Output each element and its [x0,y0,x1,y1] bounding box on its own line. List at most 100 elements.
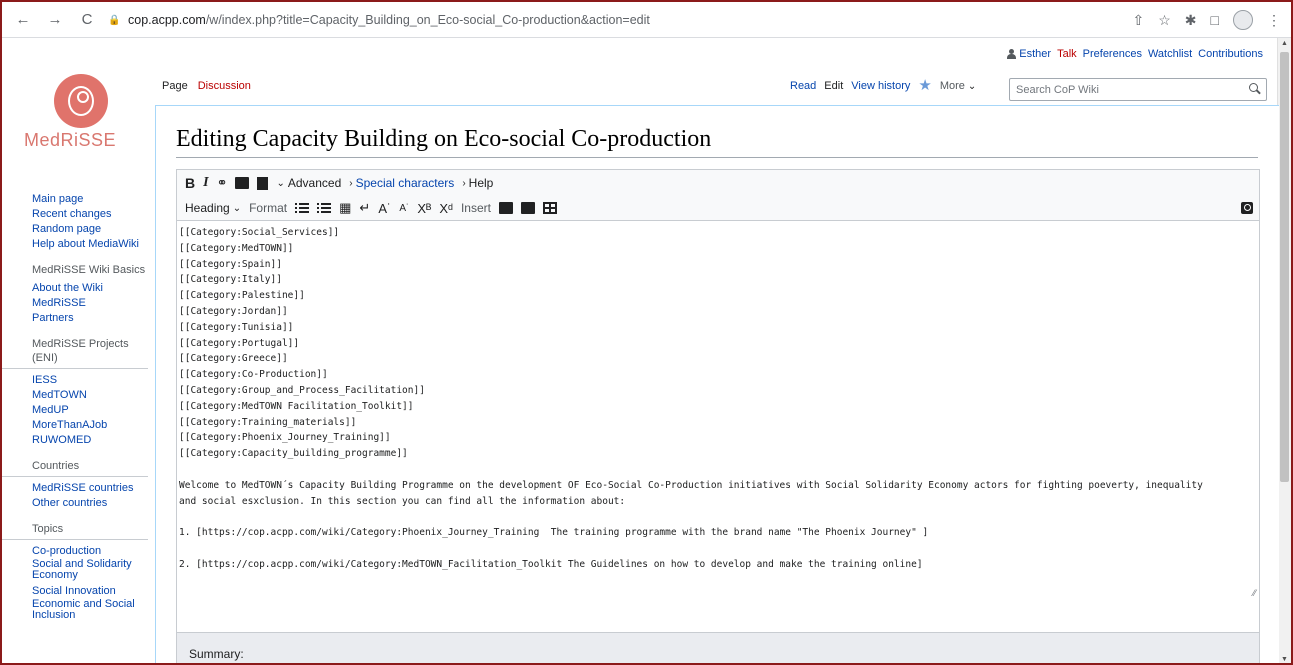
tab-view-history[interactable]: View history [851,80,910,92]
lock-icon: 🔒 [108,14,121,26]
tab-page[interactable]: Page [162,80,188,92]
user-link[interactable]: Esther [1007,48,1051,60]
edit-summary-bar: Summary: [177,632,1259,663]
editor-toolbar-advanced: Heading ⌄ Format ▦ ↵ A˙ A˙ Xᴮ Xᵈ Insert [177,196,1259,221]
sidebar-item-about-wiki[interactable]: About the Wiki [2,281,152,296]
sidebar-item-random-page[interactable]: Random page [2,222,152,237]
scroll-up-icon[interactable]: ▲ [1281,40,1288,47]
watchlist-link[interactable]: Watchlist [1148,48,1192,60]
namespace-tabs: Page Discussion [162,80,251,92]
search-box [1009,78,1267,101]
search-replace-icon[interactable] [1241,202,1253,214]
personal-tools: Esther Talk Preferences Watchlist Contri… [1007,48,1263,60]
tab-discussion[interactable]: Discussion [198,80,251,92]
sidebar: Main page Recent changes Random page Hel… [2,192,152,621]
page-title: Editing Capacity Building on Eco-social … [176,126,1258,158]
wikitext-editor: B I ⚭ ⌄ Advanced › Special characters › … [176,169,1260,663]
help-label: Help [468,176,494,190]
main-content: Editing Capacity Building on Eco-social … [155,105,1279,663]
more-menu[interactable]: More ⌄ [940,80,976,92]
forward-arrow-icon[interactable]: → [44,11,66,28]
sidebar-icon[interactable]: □ [1211,12,1219,28]
talk-link[interactable]: Talk [1057,48,1077,60]
sidebar-item-recent-changes[interactable]: Recent changes [2,207,152,222]
user-name[interactable]: Esther [1019,48,1051,60]
extensions-icon[interactable]: ✱ [1185,12,1197,29]
chevron-down-icon: ⌄ [232,202,242,214]
special-characters-label: Special characters [355,176,455,190]
heading-dropdown[interactable]: Heading ⌄ [185,201,241,215]
sidebar-item-co-production[interactable]: Co-production [2,544,152,559]
link-icon[interactable]: ⚭ [217,175,228,191]
nowiki-icon[interactable]: ▦ [339,200,351,216]
wikitext-textarea[interactable]: [[Category:Social_Services]] [[Category:… [177,222,1259,602]
embed-image-icon[interactable] [235,177,250,189]
sidebar-item-partners[interactable]: Partners [2,311,152,326]
site-logo[interactable] [54,74,108,128]
profile-icon[interactable] [1233,10,1253,30]
chevron-down-icon: ⌄ [276,177,285,189]
sidebar-item-help[interactable]: Help about MediaWiki [2,237,152,252]
sidebar-item-medup[interactable]: MedUP [2,403,152,418]
tab-edit[interactable]: Edit [824,80,843,92]
sidebar-item-ruwomed[interactable]: RUWOMED [2,433,152,448]
browser-window: ← → C 🔒 cop.acpp.com/w/index.php?title=C… [0,0,1293,665]
reload-icon[interactable]: C [76,11,98,28]
italic-button[interactable]: I [203,175,208,191]
table-icon[interactable] [542,202,557,214]
menu-icon[interactable]: ⋮ [1267,12,1281,29]
scrollbar-thumb[interactable] [1280,52,1289,482]
browser-toolbar: ← → C 🔒 cop.acpp.com/w/index.php?title=C… [2,2,1291,38]
bookmark-star-icon[interactable]: ☆ [1158,12,1171,29]
preferences-link[interactable]: Preferences [1083,48,1142,60]
bold-button[interactable]: B [185,175,195,191]
sidebar-item-social-solidarity-economy[interactable]: Social and Solidarity Economy [2,559,152,581]
summary-label: Summary: [189,647,244,661]
sidebar-item-medrisse-countries[interactable]: MedRiSSE countries [2,481,152,496]
sidebar-navigation: Main page Recent changes Random page Hel… [2,192,152,252]
help-toggle[interactable]: › Help [462,176,493,190]
watch-star-icon[interactable]: ★ [918,78,931,93]
heading-label: Heading [185,201,230,215]
special-characters-toggle[interactable]: › Special characters [349,176,454,190]
sidebar-heading-topics: Topics [2,522,148,540]
url-path: /w/index.php?title=Capacity_Building_on_… [205,13,650,27]
contributions-link[interactable]: Contributions [1198,48,1263,60]
advanced-toggle[interactable]: ⌄ Advanced [276,176,341,190]
sidebar-item-social-innovation[interactable]: Social Innovation [2,584,152,599]
sidebar-item-morethanajob[interactable]: MoreThanAJob [2,418,152,433]
subscript-icon[interactable]: Xᵈ [439,201,453,216]
sidebar-item-other-countries[interactable]: Other countries [2,496,152,511]
scroll-down-icon[interactable]: ▼ [1281,656,1288,663]
superscript-icon[interactable]: Xᴮ [417,201,431,216]
search-icon[interactable] [1249,83,1260,94]
sidebar-item-medrisse[interactable]: MedRiSSE [2,296,152,311]
view-tabs: Read Edit View history ★ More ⌄ [790,78,976,93]
page-scrollbar[interactable]: ▲ ▼ [1277,38,1291,663]
sidebar-heading-basics: MedRiSSE Wiki Basics [32,264,146,276]
back-arrow-icon[interactable]: ← [12,11,34,28]
share-icon[interactable]: ⇧ [1133,12,1145,29]
redirect-icon[interactable] [520,202,535,214]
site-logo-text[interactable]: MedRiSSE [24,130,116,151]
chevron-down-icon: ⌄ [967,80,977,92]
bulleted-list-icon[interactable] [295,202,310,214]
big-text-icon[interactable]: A˙ [378,201,391,216]
numbered-list-icon[interactable] [317,202,332,214]
sidebar-item-main-page[interactable]: Main page [2,192,152,207]
more-label: More [939,80,965,92]
format-label: Format [249,201,288,215]
sidebar-item-medtown[interactable]: MedTOWN [2,388,152,403]
url-host: cop.acpp.com [128,13,206,27]
reference-icon[interactable] [257,176,269,190]
address-bar[interactable]: 🔒 cop.acpp.com/w/index.php?title=Capacit… [100,8,1190,32]
newline-icon[interactable]: ↵ [359,200,370,216]
gallery-icon[interactable] [498,202,513,214]
small-text-icon[interactable]: A˙ [399,203,409,214]
sidebar-item-economic-social-inclusion[interactable]: Economic and Social Inclusion [2,599,152,621]
tab-read[interactable]: Read [790,80,816,92]
resize-handle-icon[interactable]: ⁄⁄ [1253,588,1256,598]
sidebar-item-iess[interactable]: IESS [2,373,152,388]
search-input[interactable] [1016,83,1236,96]
sidebar-heading-countries: Countries [2,459,148,477]
